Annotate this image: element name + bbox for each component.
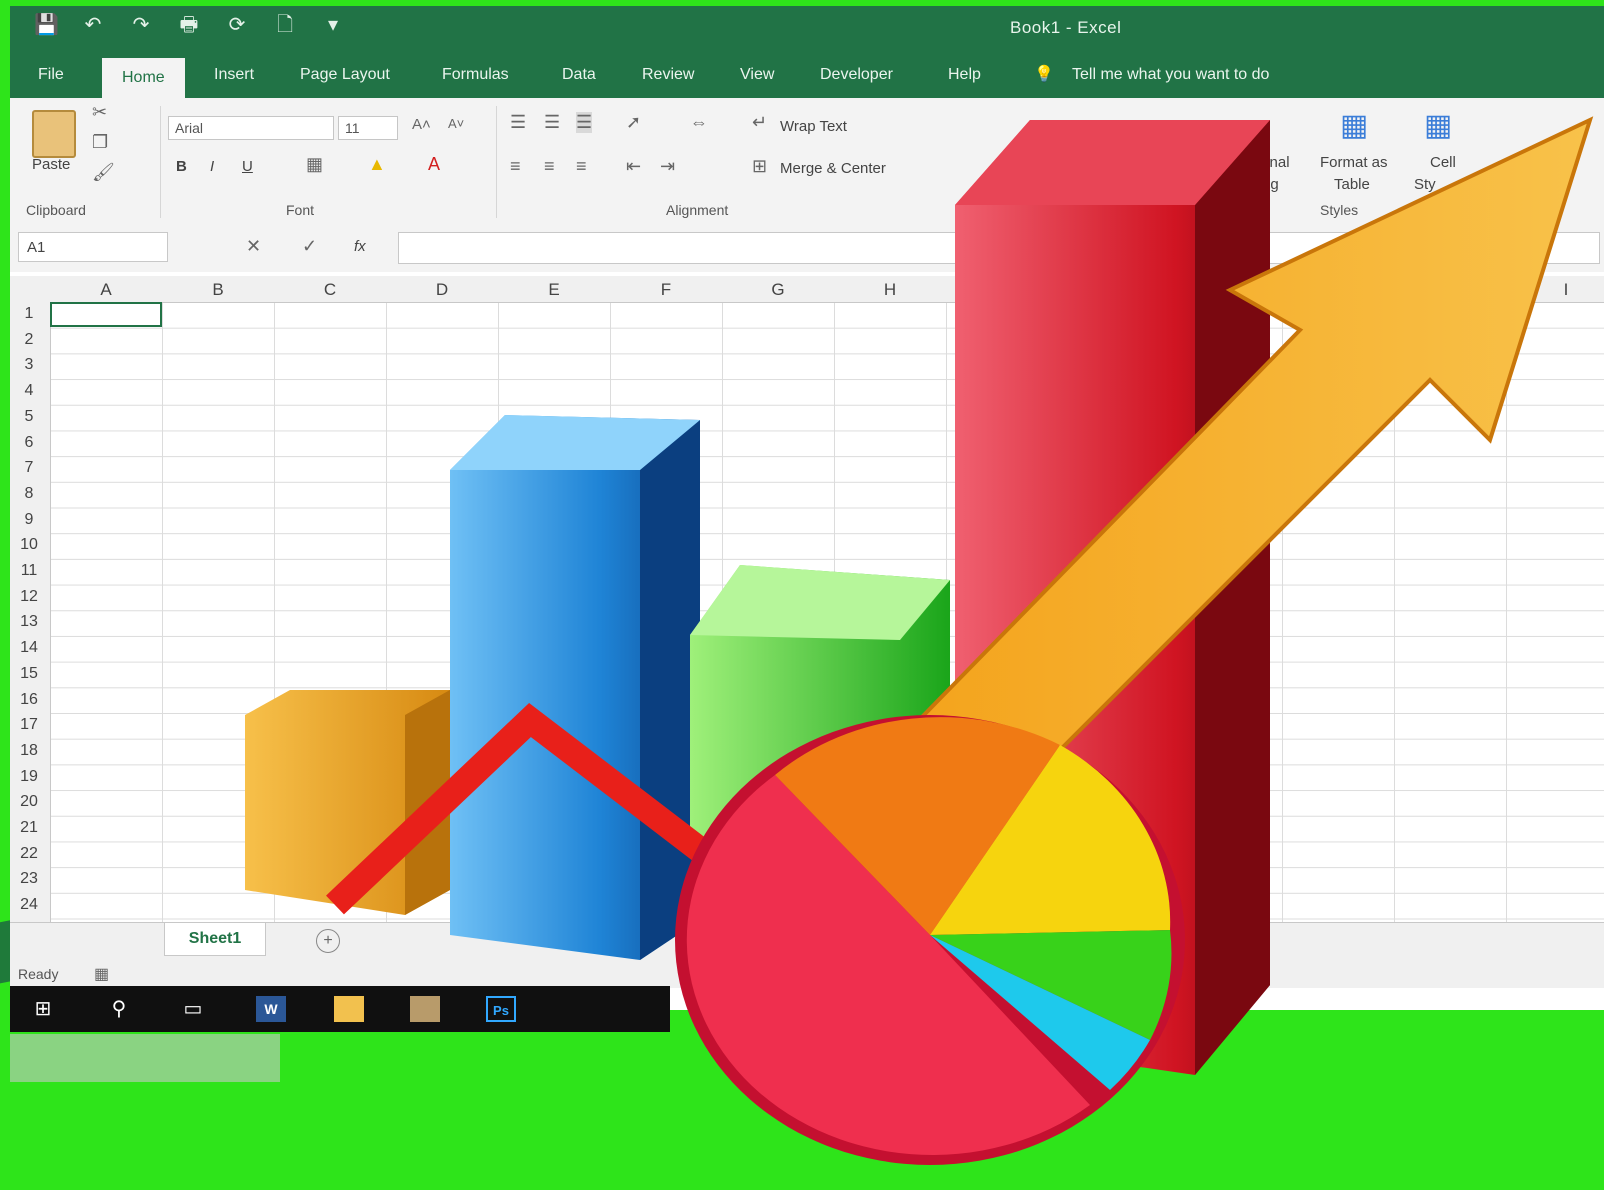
- blue-bar: [450, 415, 700, 960]
- chart-illustration: [245, 116, 1594, 1165]
- pie-chart: [675, 715, 1185, 1165]
- screenshot: 💾 ↶ ↷ 🖶 ⟳ 🗋 ▾ Book1 - Excel File Home In…: [0, 0, 1604, 1190]
